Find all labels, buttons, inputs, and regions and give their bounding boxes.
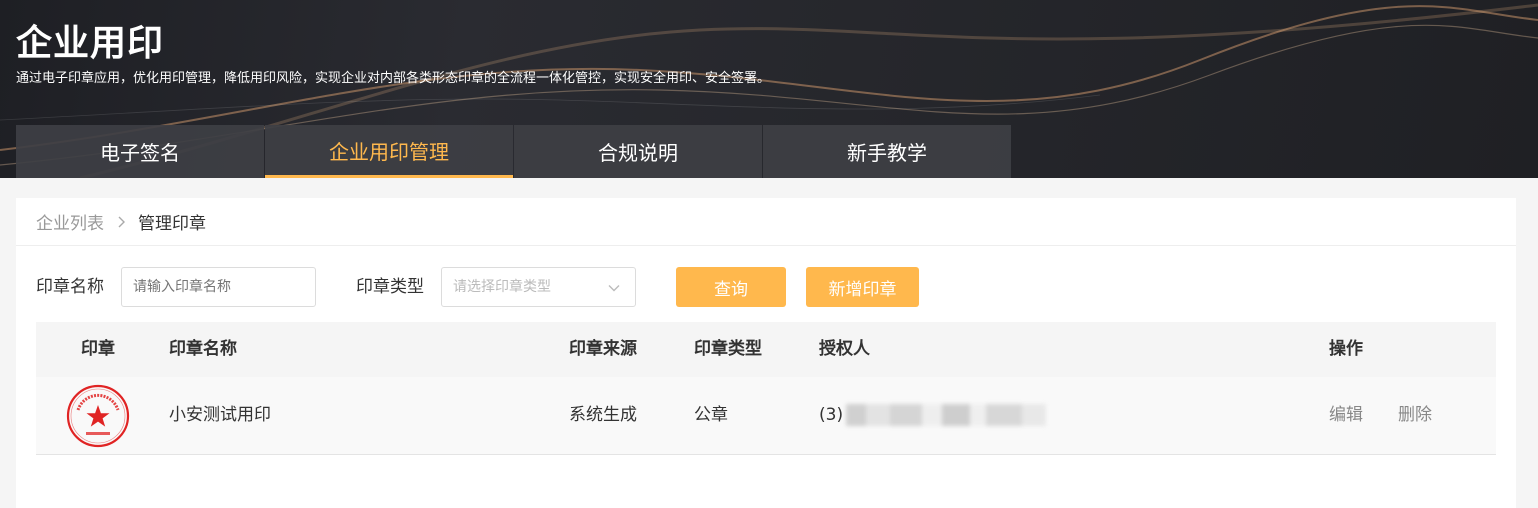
seal-type-placeholder: 请选择印章类型 <box>453 279 551 295</box>
tab-compliance[interactable]: 合规说明 <box>514 125 762 178</box>
breadcrumb-current: 管理印章 <box>138 214 206 234</box>
seal-name: 小安测试用印 <box>169 405 271 425</box>
filter-bar: 印章名称 印章类型 请选择印章类型 查询 新增印章 <box>36 267 1496 307</box>
authorized-count: (3) <box>819 405 844 425</box>
tab-electronic-signature[interactable]: 电子签名 <box>16 125 264 178</box>
chevron-down-icon <box>608 285 620 292</box>
seal-name-input[interactable] <box>121 267 316 307</box>
seal-type: 公章 <box>694 405 728 425</box>
seal-type-label: 印章类型 <box>356 277 424 297</box>
header-authorized: 授权人 <box>819 339 870 359</box>
main-tabs: 电子签名 企业用印管理 合规说明 新手教学 <box>16 125 1012 178</box>
chevron-right-icon <box>118 216 125 227</box>
seal-stamp-icon <box>66 384 130 448</box>
page-description: 通过电子印章应用，优化用印管理，降低用印风险，实现企业对内部各类形态印章的全流程… <box>16 71 771 86</box>
header-seal-name: 印章名称 <box>169 339 237 359</box>
edit-button[interactable]: 编辑 <box>1329 377 1363 454</box>
breadcrumb-enterprise-list[interactable]: 企业列表 <box>36 209 104 234</box>
page-title: 企业用印 <box>16 23 165 64</box>
header-actions: 操作 <box>1329 339 1363 359</box>
tab-enterprise-seal-management[interactable]: 企业用印管理 <box>265 125 513 178</box>
add-seal-button[interactable]: 新增印章 <box>806 267 919 307</box>
content-panel: 企业列表 管理印章 印章名称 印章类型 请选择印章类型 查询 新增印章 印章 印… <box>16 198 1516 508</box>
authorized-names-redacted <box>846 404 1046 426</box>
query-button[interactable]: 查询 <box>676 267 786 307</box>
tab-tutorial[interactable]: 新手教学 <box>763 125 1011 178</box>
header-seal: 印章 <box>81 339 115 359</box>
seal-table: 印章 印章名称 印章来源 印章类型 授权人 操作 小安测试用印 系统生成 公章 … <box>36 322 1496 455</box>
breadcrumb: 企业列表 管理印章 <box>16 198 1516 246</box>
seal-source: 系统生成 <box>569 405 637 425</box>
table-header: 印章 印章名称 印章来源 印章类型 授权人 操作 <box>36 322 1496 377</box>
header-seal-source: 印章来源 <box>569 339 637 359</box>
seal-type-select[interactable]: 请选择印章类型 <box>441 267 636 307</box>
header-seal-type: 印章类型 <box>694 339 762 359</box>
seal-name-label: 印章名称 <box>36 277 104 297</box>
delete-button[interactable]: 删除 <box>1398 377 1432 454</box>
table-row: 小安测试用印 系统生成 公章 (3) 编辑 删除 <box>36 377 1496 455</box>
